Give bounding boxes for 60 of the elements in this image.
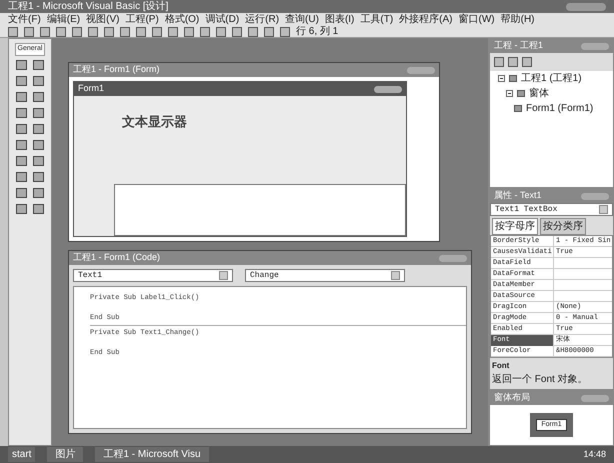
clock: 14:48 (583, 448, 606, 461)
control-tool-icon[interactable] (33, 188, 44, 198)
control-tool-icon[interactable] (33, 172, 44, 182)
window-title: 工程1 - Form1 (Code) (73, 251, 160, 264)
app-title: 工程1 - Microsoft Visual Basic [设计] (8, 2, 168, 12)
menu-item[interactable]: 工程(P) (125, 14, 159, 24)
menu-item[interactable]: 窗口(W) (458, 14, 495, 24)
control-tool-icon[interactable] (16, 60, 27, 70)
dropdown-field[interactable]: Text1 TextBox (490, 203, 613, 216)
window-title: 工程 - 工程1 (494, 39, 544, 52)
menu-item[interactable]: 视图(V) (86, 14, 120, 24)
window-title: 工程1 - Form1 (Form) (73, 63, 160, 76)
control-tool-icon[interactable] (33, 60, 44, 70)
dropdown-field[interactable]: Change (245, 269, 405, 282)
control-tool-icon[interactable] (33, 156, 44, 166)
window-controls-icon[interactable] (374, 86, 402, 92)
menu-item[interactable]: 文件(F) (8, 14, 41, 24)
form-label: 文本显示器 (122, 113, 188, 131)
properties-tab[interactable]: 按字母序 (492, 218, 538, 235)
taskbar-button[interactable]: 图片 (47, 447, 84, 462)
menu-item[interactable]: 外接程序(A) (399, 14, 453, 24)
collapse-icon[interactable] (498, 75, 505, 82)
tree-item[interactable]: 窗体 (529, 86, 549, 101)
control-tool-icon[interactable] (33, 140, 44, 150)
control-tool-icon[interactable] (16, 188, 27, 198)
menu-item[interactable]: 格式(O) (164, 14, 200, 24)
collapse-icon[interactable] (506, 90, 513, 97)
control-tool-icon[interactable] (16, 204, 27, 214)
menu-item[interactable]: 工具(T) (360, 14, 394, 24)
window-title: 窗体布局 (494, 391, 530, 404)
text-box[interactable] (114, 184, 406, 236)
description-text: 返回一个 Font 对象。 (492, 372, 589, 387)
properties-tab[interactable]: 按分类序 (540, 218, 586, 235)
taskbar-button[interactable]: 工程1 - Microsoft Visu (95, 447, 209, 462)
control-tool-icon[interactable] (33, 124, 44, 134)
menu-item[interactable]: 运行(R) (245, 14, 280, 24)
control-tool-icon[interactable] (16, 172, 27, 182)
window-title: Form1 (78, 82, 104, 96)
control-tool-icon[interactable] (33, 76, 44, 86)
description-title: Font (492, 360, 510, 372)
cursor-position: 行 6, 列 1 (296, 26, 338, 36)
control-tool-icon[interactable] (16, 92, 27, 102)
menu-item[interactable]: 图表(I) (324, 14, 354, 24)
control-tool-icon[interactable] (16, 124, 27, 134)
start-button[interactable]: start (8, 447, 36, 462)
menu-item[interactable]: 查询(U) (285, 14, 319, 24)
control-tool-icon[interactable] (33, 204, 44, 214)
control-tool-icon[interactable] (33, 108, 44, 118)
window-title: 属性 - Text1 (494, 189, 542, 202)
control-tool-icon[interactable] (16, 156, 27, 166)
menu-item[interactable]: 调试(D) (205, 14, 240, 24)
dropdown-field[interactable]: Text1 (73, 269, 233, 282)
control-tool-icon[interactable] (16, 140, 27, 150)
control-tool-icon[interactable] (16, 108, 27, 118)
control-tool-icon[interactable] (33, 92, 44, 102)
tree-item[interactable]: Form1 (Form1) (526, 101, 594, 116)
menu-item[interactable]: 编辑(E) (46, 14, 80, 24)
tree-item[interactable]: 工程1 (工程1) (521, 71, 582, 86)
control-tool-icon[interactable] (16, 76, 27, 86)
menu-item[interactable]: 帮助(H) (500, 14, 535, 24)
